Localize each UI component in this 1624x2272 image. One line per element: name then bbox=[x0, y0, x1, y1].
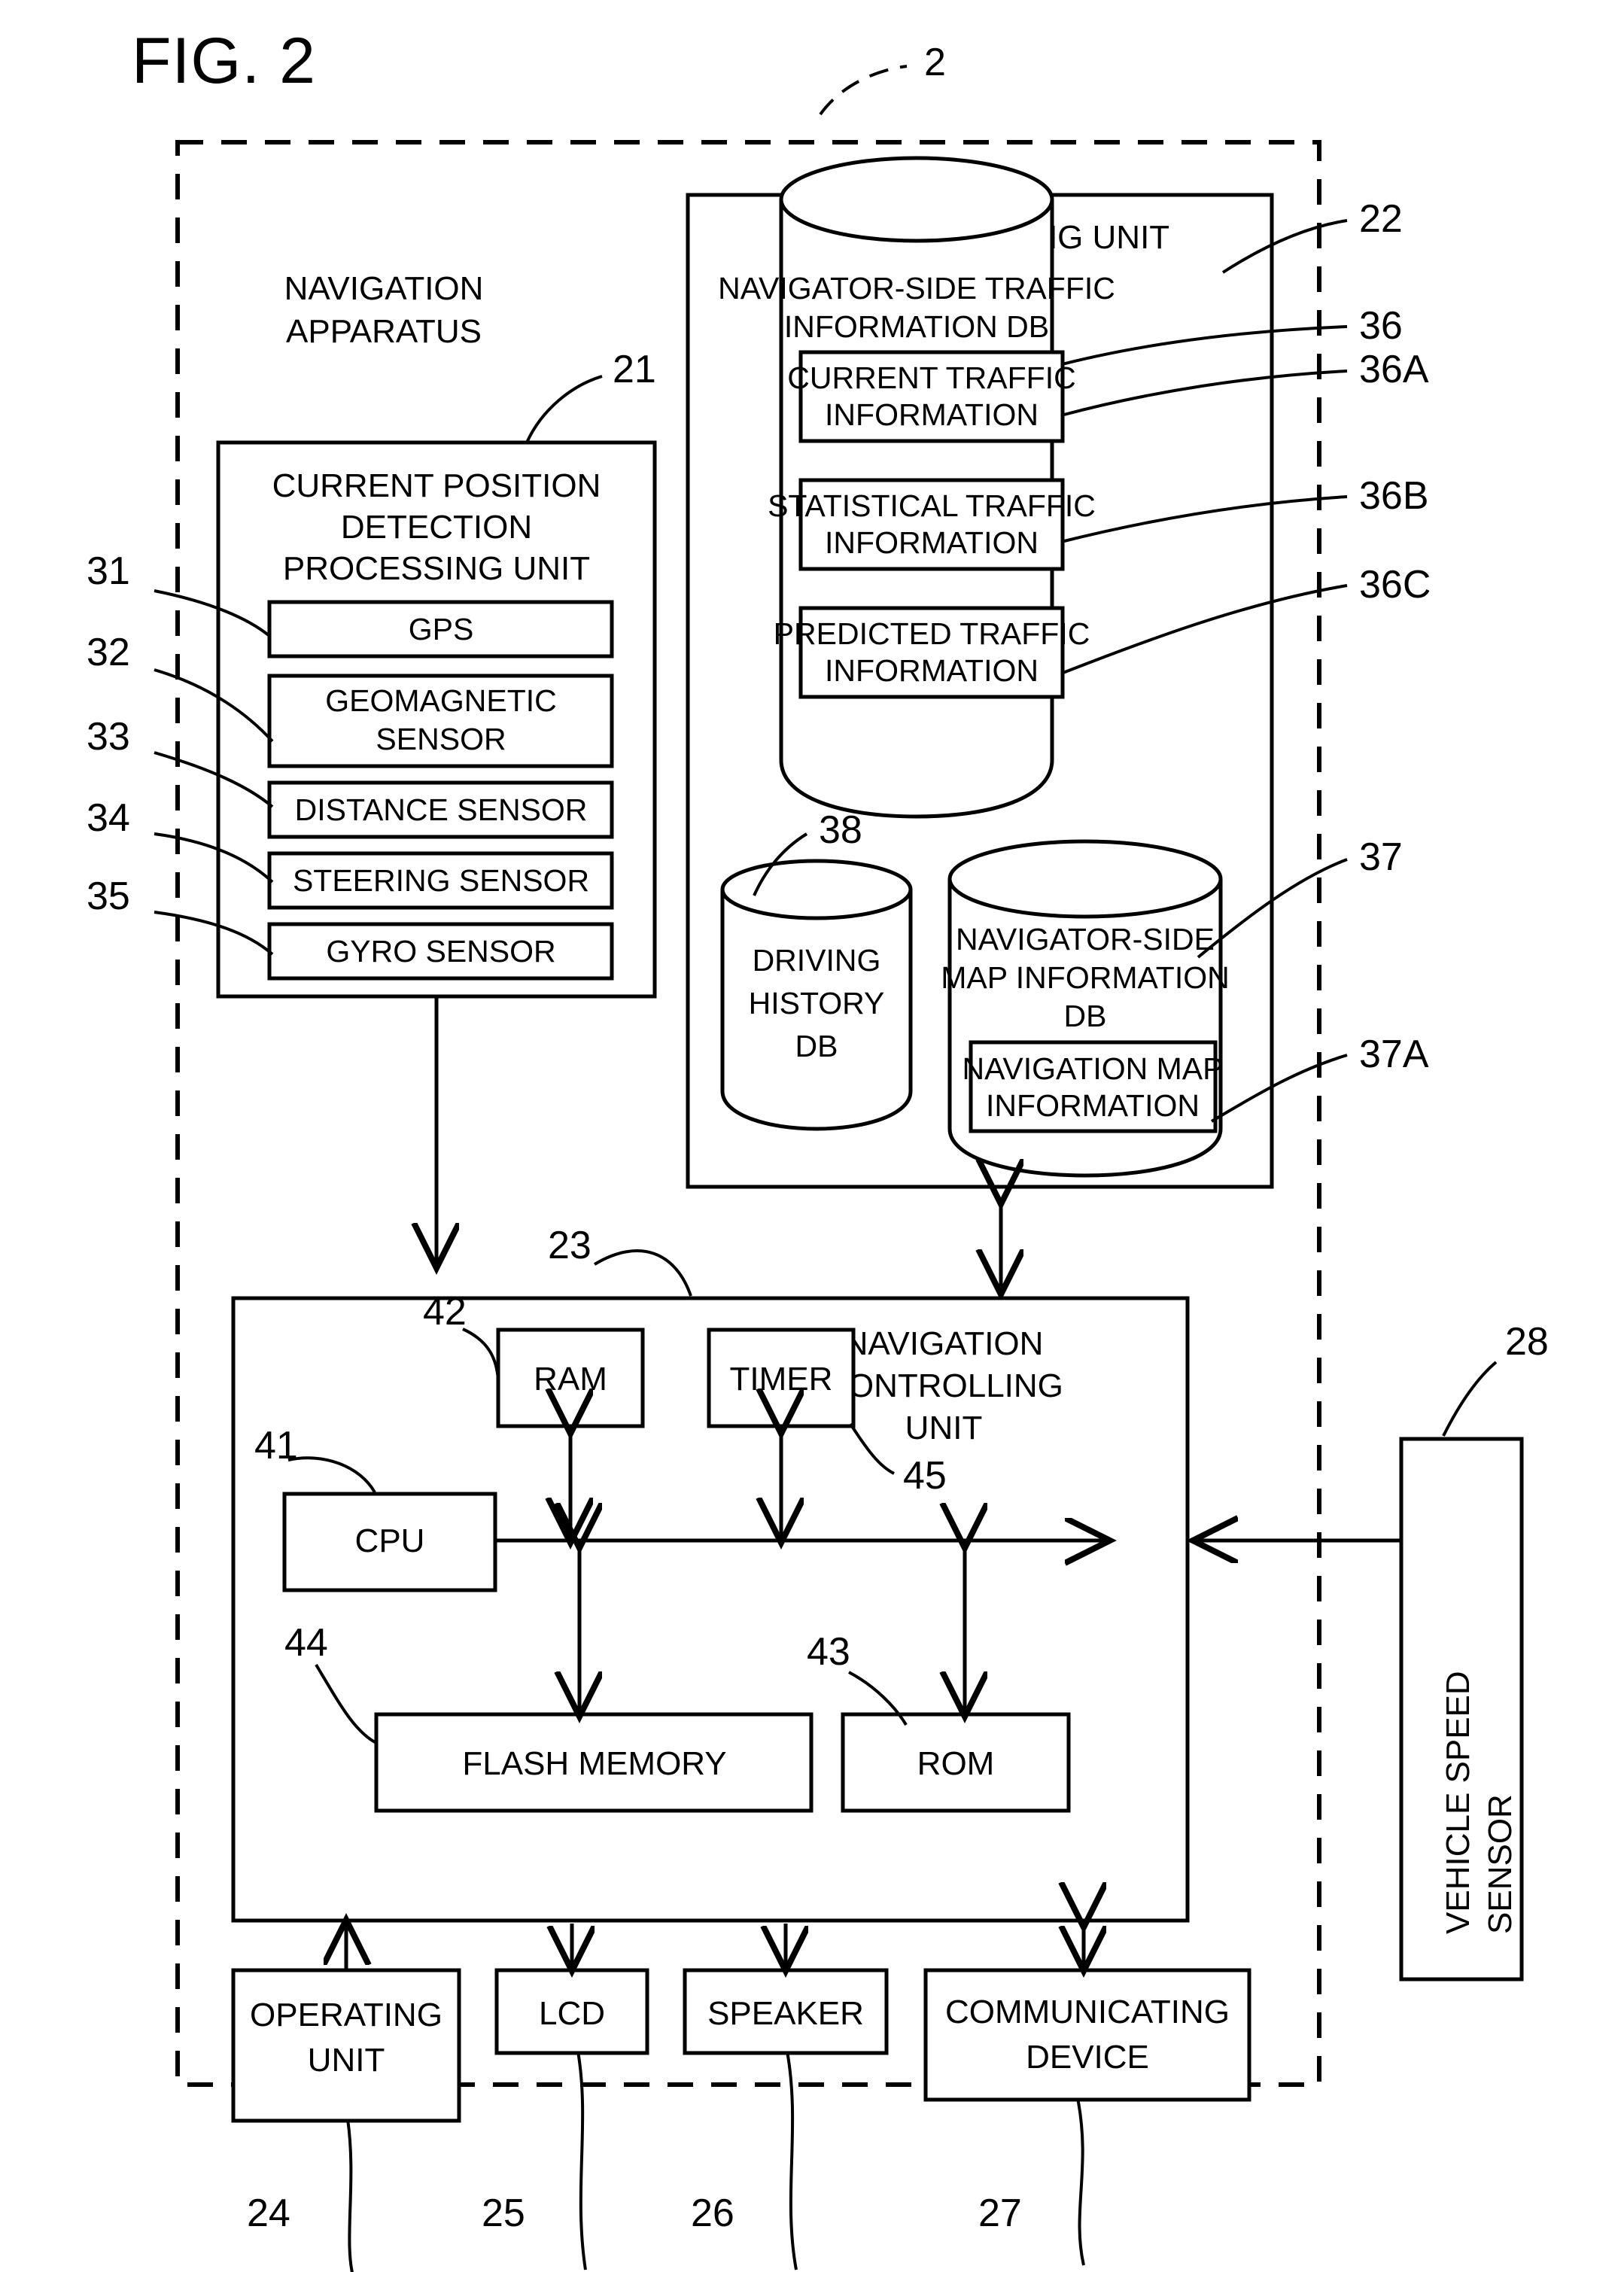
ref-27-label: 27 bbox=[978, 2191, 1022, 2235]
operating-unit-line2: UNIT bbox=[308, 2042, 385, 2079]
system-ref-label: 2 bbox=[924, 41, 946, 84]
vehicle-speed-sensor-line1: VEHICLE SPEED bbox=[1440, 1671, 1477, 1934]
ref-37-label: 37 bbox=[1359, 835, 1403, 879]
navigation-system-block-diagram: FIG. 2 2 NAVIGATION APPARATUS DATA RECOR… bbox=[87, 25, 1549, 2272]
ref-42-label: 42 bbox=[423, 1290, 467, 1334]
ref-21-leader bbox=[525, 375, 603, 443]
cpu-label: CPU bbox=[355, 1522, 425, 1559]
lcd-label: LCD bbox=[539, 1995, 605, 2032]
driving-history-db-line1: DRIVING bbox=[753, 943, 881, 978]
map-db-title-line3: DB bbox=[1064, 999, 1107, 1033]
ref-24-label: 24 bbox=[247, 2191, 290, 2235]
cpdpu-title-line1: CURRENT POSITION bbox=[272, 467, 601, 504]
distance-sensor-label: DISTANCE SENSOR bbox=[295, 792, 588, 827]
map-db-title-line1: NAVIGATOR-SIDE bbox=[956, 922, 1215, 957]
current-traffic-information-line1: CURRENT TRAFFIC bbox=[787, 360, 1075, 395]
ref-24-leader bbox=[346, 2118, 354, 2272]
ref-36C-label: 36C bbox=[1359, 563, 1431, 607]
driving-history-db-line2: HISTORY bbox=[749, 986, 885, 1020]
statistical-traffic-information-line2: INFORMATION bbox=[825, 525, 1039, 560]
gps-label: GPS bbox=[409, 612, 474, 646]
timer-label: TIMER bbox=[730, 1361, 833, 1398]
communicating-device-line1: COMMUNICATING bbox=[945, 1994, 1230, 2030]
map-db-title-line2: MAP INFORMATION bbox=[941, 960, 1229, 995]
operating-unit-line1: OPERATING bbox=[250, 1997, 442, 2033]
ref-45-label: 45 bbox=[903, 1454, 947, 1498]
communicating-device-box bbox=[923, 1968, 1251, 2102]
ref-25-label: 25 bbox=[482, 2191, 525, 2235]
ref-35-label: 35 bbox=[87, 874, 130, 918]
steering-sensor-label: STEERING SENSOR bbox=[293, 863, 589, 898]
predicted-traffic-information-line1: PREDICTED TRAFFIC bbox=[774, 616, 1090, 651]
rom-label: ROM bbox=[917, 1745, 995, 1782]
cpdpu-title-line2: DETECTION bbox=[341, 509, 532, 546]
figure-title: FIG. 2 bbox=[132, 25, 316, 97]
navigation-apparatus-label-line2: APPARATUS bbox=[286, 313, 482, 350]
communicating-device-line2: DEVICE bbox=[1026, 2039, 1149, 2076]
ref-28-label: 28 bbox=[1505, 1320, 1549, 1364]
ref-36A-label: 36A bbox=[1359, 348, 1429, 391]
ref-28-leader bbox=[1442, 1361, 1498, 1437]
ref-21-label: 21 bbox=[613, 348, 656, 391]
statistical-traffic-information-line1: STATISTICAL TRAFFIC bbox=[768, 488, 1096, 523]
traffic-db-title-line2: INFORMATION DB bbox=[784, 309, 1049, 344]
patent-figure-page: FIG. 2 2 NAVIGATION APPARATUS DATA RECOR… bbox=[0, 0, 1624, 2272]
ref-27-leader bbox=[1076, 2097, 1085, 2266]
ref-33-label: 33 bbox=[87, 715, 130, 759]
ref-34-label: 34 bbox=[87, 796, 130, 840]
ref-37A-label: 37A bbox=[1359, 1033, 1429, 1076]
ref-41-label: 41 bbox=[254, 1424, 298, 1468]
ref-26-leader bbox=[786, 2051, 798, 2270]
geomagnetic-sensor-line1: GEOMAGNETIC bbox=[325, 683, 557, 718]
system-ref-leader bbox=[819, 65, 908, 116]
traffic-db-title-line1: NAVIGATOR-SIDE TRAFFIC bbox=[718, 271, 1115, 306]
ref-44-label: 44 bbox=[284, 1621, 328, 1665]
flash-memory-label: FLASH MEMORY bbox=[462, 1745, 726, 1782]
ref-32-label: 32 bbox=[87, 631, 130, 674]
ref-31-label: 31 bbox=[87, 549, 130, 593]
ref-23-leader bbox=[593, 1249, 692, 1297]
speaker-label: SPEAKER bbox=[707, 1995, 864, 2032]
navigation-apparatus-label-line1: NAVIGATION bbox=[284, 270, 484, 307]
ref-43-label: 43 bbox=[807, 1630, 850, 1674]
vehicle-speed-sensor-line2: SENSOR bbox=[1482, 1794, 1519, 1934]
driving-history-db-line3: DB bbox=[795, 1029, 838, 1063]
gyro-sensor-label: GYRO SENSOR bbox=[326, 934, 555, 969]
ref-26-label: 26 bbox=[691, 2191, 734, 2235]
navigation-map-information-line1: NAVIGATION MAP bbox=[962, 1051, 1223, 1086]
navigation-map-information-line2: INFORMATION bbox=[986, 1088, 1200, 1123]
ref-36B-label: 36B bbox=[1359, 474, 1429, 518]
predicted-traffic-information-line2: INFORMATION bbox=[825, 653, 1039, 688]
ref-36-label: 36 bbox=[1359, 304, 1403, 348]
ref-23-label: 23 bbox=[548, 1224, 592, 1267]
cpdpu-title-line3: PROCESSING UNIT bbox=[283, 550, 590, 587]
geomagnetic-sensor-line2: SENSOR bbox=[376, 722, 506, 756]
ncu-title-line1: NAVIGATION bbox=[844, 1325, 1044, 1362]
ncu-title-line3: UNIT bbox=[905, 1410, 983, 1446]
current-traffic-information-line2: INFORMATION bbox=[825, 397, 1039, 432]
ram-label: RAM bbox=[534, 1361, 607, 1398]
ref-22-label: 22 bbox=[1359, 197, 1403, 241]
ncu-title-line2: CONTROLLING bbox=[824, 1367, 1063, 1404]
ref-38-label: 38 bbox=[819, 808, 862, 852]
